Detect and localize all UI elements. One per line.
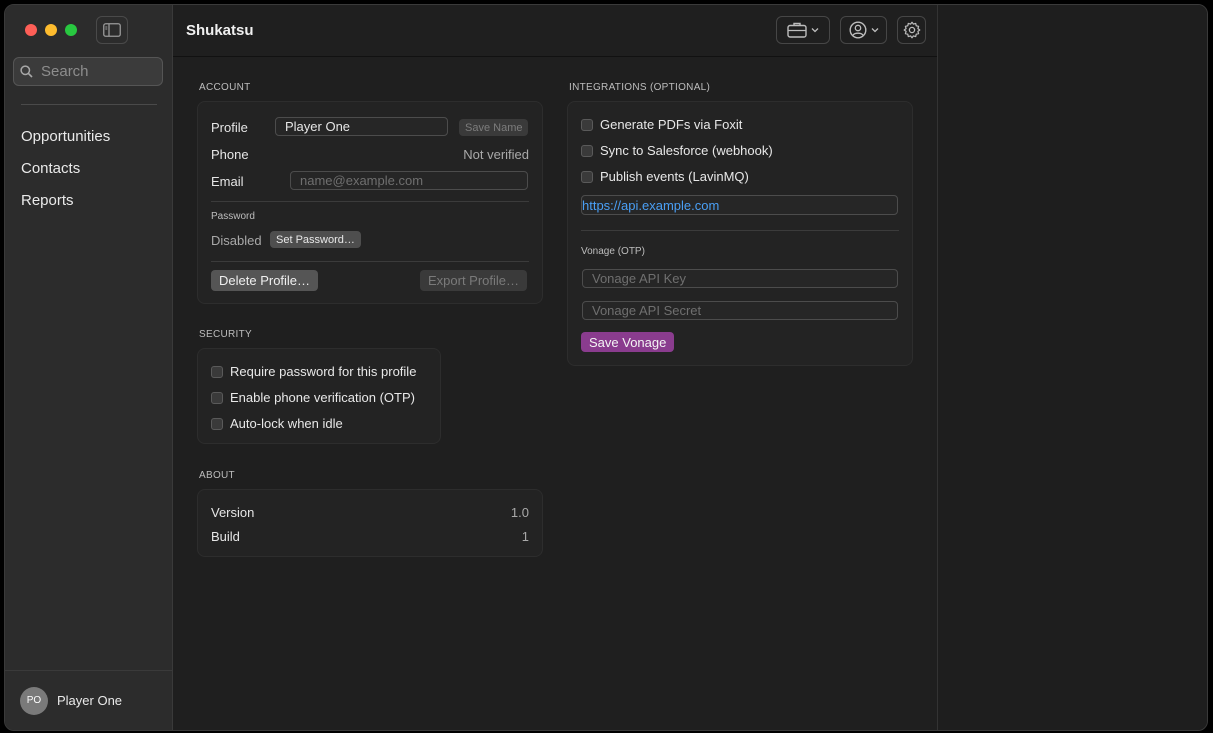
integrations-card: Generate PDFs via Foxit Sync to Salesfor…: [567, 101, 913, 366]
build-label: Build: [211, 529, 240, 544]
vonage-api-key-field[interactable]: [582, 269, 898, 288]
lavinmq-label: Publish events (LavinMQ): [600, 169, 749, 184]
sidebar-user[interactable]: PO Player One: [5, 670, 172, 730]
divider: [581, 230, 899, 231]
checkbox[interactable]: [211, 391, 223, 404]
sidebar-item-opportunities[interactable]: Opportunities: [21, 126, 110, 158]
main-content: Shukatsu ACCOUNT Profile Player One Save…: [173, 5, 938, 730]
version-value: 1.0: [510, 505, 529, 520]
checkbox[interactable]: [581, 118, 593, 131]
integrations-section-title: INTEGRATIONS (OPTIONAL): [569, 82, 711, 93]
phone-label: Phone: [211, 147, 249, 162]
save-vonage-button[interactable]: Save Vonage: [581, 332, 675, 352]
sidebar-item-contacts[interactable]: Contacts: [21, 158, 110, 190]
search-icon: [20, 65, 33, 78]
build-value: 1: [521, 529, 529, 544]
security-section-title: SECURITY: [199, 329, 252, 340]
account-menu-button[interactable]: [840, 16, 887, 44]
salesforce-label: Sync to Salesforce (webhook): [600, 143, 773, 158]
search-field[interactable]: [13, 57, 163, 86]
about-card: Version 1.0 Build 1: [197, 489, 543, 557]
app-window: Opportunities Contacts Reports PO Player…: [4, 4, 1208, 731]
security-card: Require password for this profile Enable…: [197, 348, 441, 444]
enable-otp-checkbox[interactable]: Enable phone verification (OTP): [211, 390, 415, 405]
sidebar: Opportunities Contacts Reports PO Player…: [5, 5, 173, 730]
window-controls: [25, 24, 77, 36]
set-password-button[interactable]: Set Password…: [270, 231, 361, 248]
checkbox[interactable]: [211, 365, 223, 378]
chevron-down-icon: [811, 28, 819, 33]
profile-name-input[interactable]: [275, 117, 448, 136]
sidebar-divider: [21, 104, 157, 105]
account-section-title: ACCOUNT: [199, 82, 251, 93]
require-password-label: Require password for this profile: [230, 364, 417, 379]
app-title: Shukatsu: [186, 22, 254, 39]
checkbox[interactable]: [581, 144, 593, 157]
save-name-button[interactable]: Save Name: [459, 119, 529, 136]
about-section-title: ABOUT: [199, 470, 235, 481]
detail-pane: [938, 5, 1207, 730]
briefcase-icon: [787, 22, 807, 38]
settings-button[interactable]: [897, 16, 926, 44]
lavinmq-checkbox[interactable]: Publish events (LavinMQ): [581, 169, 749, 184]
avatar: PO: [20, 686, 48, 715]
sidebar-toggle-button[interactable]: [96, 16, 128, 44]
zoom-window-button[interactable]: [65, 24, 77, 36]
account-card: Profile Save Name Phone Not verified Ema…: [197, 101, 543, 304]
sidebar-nav: Opportunities Contacts Reports: [21, 126, 110, 222]
close-window-button[interactable]: [25, 24, 37, 36]
export-profile-button[interactable]: Export Profile…: [420, 270, 528, 291]
foxit-label: Generate PDFs via Foxit: [600, 117, 743, 132]
workspace-menu-button[interactable]: [776, 16, 830, 44]
minimize-window-button[interactable]: [45, 24, 57, 36]
user-name: Player One: [57, 693, 123, 708]
phone-status: Not verified: [463, 147, 529, 162]
version-label: Version: [211, 505, 255, 520]
enable-otp-label: Enable phone verification (OTP): [230, 390, 415, 405]
sidebar-item-reports[interactable]: Reports: [21, 190, 110, 222]
require-password-checkbox[interactable]: Require password for this profile: [211, 364, 416, 379]
delete-profile-button[interactable]: Delete Profile…: [211, 270, 319, 291]
email-label: Email: [211, 174, 244, 189]
sidebar-icon: [103, 23, 121, 37]
foxit-checkbox[interactable]: Generate PDFs via Foxit: [581, 117, 742, 132]
checkbox[interactable]: [211, 417, 223, 430]
search-input[interactable]: [39, 62, 153, 81]
toolbar: Shukatsu: [173, 5, 937, 57]
auto-lock-label: Auto-lock when idle: [230, 416, 343, 431]
password-label: Password: [211, 211, 255, 222]
gear-icon: [903, 21, 920, 39]
divider: [211, 261, 529, 262]
salesforce-checkbox[interactable]: Sync to Salesforce (webhook): [581, 143, 773, 158]
vonage-api-secret-field[interactable]: [582, 301, 898, 320]
profile-label: Profile: [211, 120, 248, 135]
url-field[interactable]: [581, 195, 898, 215]
chevron-down-icon: [871, 28, 878, 33]
divider: [211, 201, 529, 202]
vonage-title: Vonage (OTP): [581, 246, 645, 257]
auto-lock-checkbox[interactable]: Auto-lock when idle: [211, 416, 343, 431]
email-field[interactable]: [290, 171, 528, 190]
person-circle-icon: [848, 21, 867, 39]
checkbox[interactable]: [581, 170, 593, 183]
password-status: Disabled: [211, 233, 262, 248]
